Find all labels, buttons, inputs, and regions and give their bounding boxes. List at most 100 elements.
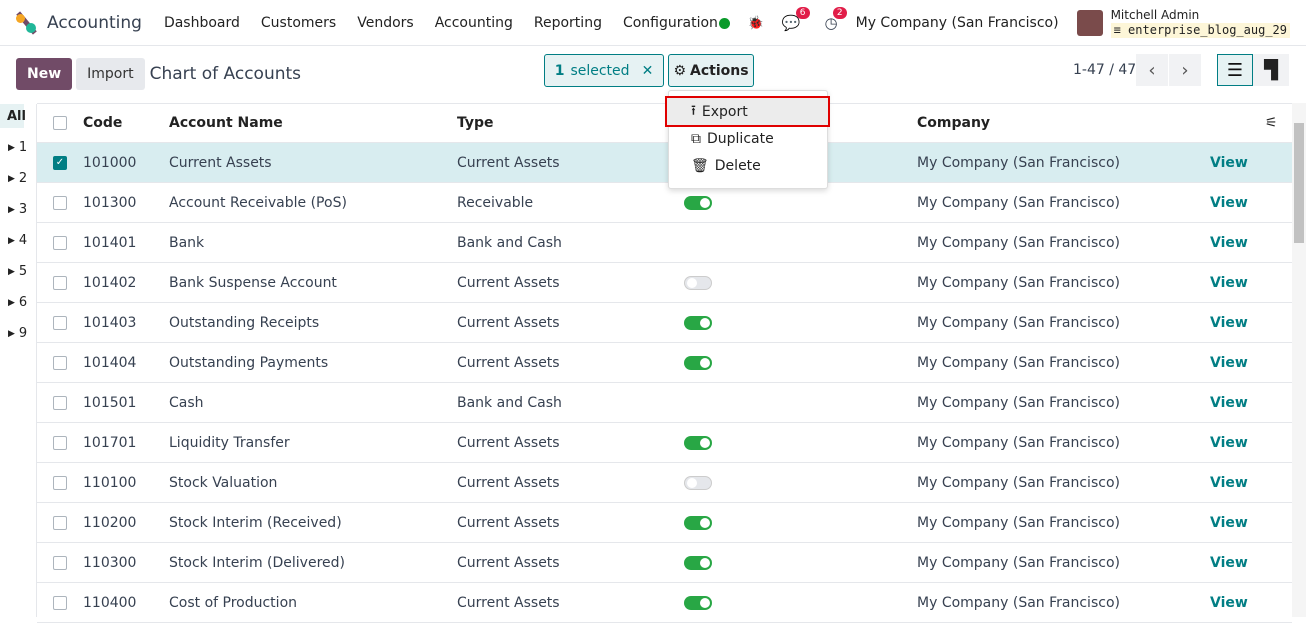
optional-columns-icon[interactable]: ⚟ xyxy=(1265,115,1278,131)
messages-badge: 6 xyxy=(795,7,810,19)
actions-button[interactable]: ⚙ Actions xyxy=(668,54,754,87)
view-link[interactable]: View xyxy=(1210,275,1248,291)
app-logo-icon[interactable] xyxy=(15,10,37,35)
code-prefix-sidebar: All ▶ 1 ▶ 2 ▶ 3 ▶ 4 ▶ 5 ▶ 6 ▶ 9 xyxy=(0,104,37,617)
view-link[interactable]: View xyxy=(1210,395,1248,411)
table-row[interactable]: 110200 Stock Interim (Received) Current As… xyxy=(37,503,1292,543)
cell-code: 101404 xyxy=(83,354,137,371)
debug-bug-icon[interactable]: 🐞 xyxy=(748,16,764,31)
table-row[interactable]: 101401 Bank Bank and Cash My Company (San F… xyxy=(37,223,1292,263)
row-checkbox[interactable] xyxy=(53,595,67,610)
sidebar-item-6[interactable]: ▶ 6 xyxy=(0,287,36,318)
clear-selection-icon[interactable]: ✕ xyxy=(642,63,654,79)
view-link[interactable]: View xyxy=(1210,155,1248,171)
header-type[interactable]: Type xyxy=(457,115,494,131)
cell-type: Bank and Cash xyxy=(457,394,562,411)
row-checkbox[interactable] xyxy=(53,435,67,450)
menu-vendors[interactable]: Vendors xyxy=(357,15,413,31)
list-view-button[interactable]: ☰ xyxy=(1217,54,1253,86)
header-company[interactable]: Company xyxy=(917,115,990,131)
row-checkbox[interactable] xyxy=(53,515,67,530)
sidebar-item-2[interactable]: ▶ 2 xyxy=(0,163,36,194)
table-row[interactable]: 110100 Stock Valuation Current Assets My Co… xyxy=(37,463,1292,503)
caret-right-icon: ▶ xyxy=(8,235,15,246)
kanban-view-button[interactable]: ▜ xyxy=(1253,54,1289,86)
reconcile-toggle[interactable] xyxy=(684,275,712,290)
scrollbar[interactable] xyxy=(1292,103,1306,617)
app-name[interactable]: Accounting xyxy=(47,13,142,33)
reconcile-toggle[interactable] xyxy=(684,595,712,610)
reconcile-toggle[interactable] xyxy=(684,355,712,370)
cell-name: Liquidity Transfer xyxy=(169,434,290,451)
menu-reporting[interactable]: Reporting xyxy=(534,15,602,31)
cell-type: Current Assets xyxy=(457,434,560,451)
menu-customers[interactable]: Customers xyxy=(261,15,336,31)
new-button[interactable]: New xyxy=(16,58,73,90)
sidebar-item-9[interactable]: ▶ 9 xyxy=(0,318,36,349)
view-link[interactable]: View xyxy=(1210,555,1248,571)
cell-company: My Company (San Francisco) xyxy=(917,274,1120,291)
header-name[interactable]: Account Name xyxy=(169,115,283,131)
view-link[interactable]: View xyxy=(1210,315,1248,331)
table-row[interactable]: 101701 Liquidity Transfer Current Assets My… xyxy=(37,423,1292,463)
view-link[interactable]: View xyxy=(1210,195,1248,211)
user-name[interactable]: Mitchell Admin xyxy=(1111,8,1290,23)
actions-dropdown: ⭱ Export ⧉ Duplicate 🗑 Delete xyxy=(665,90,830,189)
view-link[interactable]: View xyxy=(1210,475,1248,491)
messages-icon[interactable]: 💬 6 xyxy=(782,7,810,32)
avatar[interactable] xyxy=(1076,10,1103,36)
sidebar-item-3[interactable]: ▶ 3 xyxy=(0,194,36,225)
import-button[interactable]: Import xyxy=(76,58,145,90)
select-all-checkbox[interactable] xyxy=(53,116,67,130)
view-link[interactable]: View xyxy=(1210,435,1248,451)
table-row[interactable]: 110300 Stock Interim (Delivered) Current A… xyxy=(37,543,1292,583)
sidebar-item-all[interactable]: All xyxy=(0,104,26,128)
table-row[interactable]: ✓ 101000 Current Assets Current Assets My Co… xyxy=(37,143,1292,183)
menu-dashboard[interactable]: Dashboard xyxy=(164,15,240,31)
row-checkbox[interactable] xyxy=(53,235,67,250)
activities-clock-icon[interactable]: ◷ 2 xyxy=(825,7,847,32)
reconcile-toggle[interactable] xyxy=(684,555,712,570)
menu-accounting[interactable]: Accounting xyxy=(435,15,513,31)
view-link[interactable]: View xyxy=(1210,355,1248,371)
header-code[interactable]: Code xyxy=(83,115,122,131)
reconcile-toggle[interactable] xyxy=(684,515,712,530)
row-checkbox[interactable] xyxy=(53,555,67,570)
view-link[interactable]: View xyxy=(1210,235,1248,251)
sidebar-label: 6 xyxy=(18,295,28,310)
view-link[interactable]: View xyxy=(1210,515,1248,531)
sidebar-item-1[interactable]: ▶ 1 xyxy=(0,132,36,163)
pager-value[interactable]: 1-47 / 47 xyxy=(1073,62,1136,78)
row-checkbox[interactable] xyxy=(53,475,67,490)
cell-company: My Company (San Francisco) xyxy=(917,394,1120,411)
table-row[interactable]: 101300 Account Receivable (PoS) Receivable… xyxy=(37,183,1292,223)
reconcile-toggle[interactable] xyxy=(684,435,712,450)
row-checkbox[interactable] xyxy=(53,355,67,370)
sidebar-item-4[interactable]: ▶ 4 xyxy=(0,225,36,256)
cell-code: 101701 xyxy=(83,434,137,451)
reconcile-toggle[interactable] xyxy=(684,195,712,210)
table-row[interactable]: 101402 Bank Suspense Account Current Asset… xyxy=(37,263,1292,303)
duplicate-menu-item[interactable]: ⧉ Duplicate xyxy=(669,125,827,152)
reconcile-toggle[interactable] xyxy=(684,475,712,490)
row-checkbox[interactable] xyxy=(53,195,67,210)
table-row[interactable]: 101404 Outstanding Payments Current Assets… xyxy=(37,343,1292,383)
menu-configuration[interactable]: Configuration xyxy=(623,15,718,31)
table-row[interactable]: 110400 Cost of Production Current Assets My… xyxy=(37,583,1292,623)
cell-type: Current Assets xyxy=(457,274,560,291)
reconcile-toggle[interactable] xyxy=(684,315,712,330)
cell-name: Current Assets xyxy=(169,154,272,171)
sidebar-item-5[interactable]: ▶ 5 xyxy=(0,256,36,287)
table-row[interactable]: 101403 Outstanding Receipts Current Assets… xyxy=(37,303,1292,343)
delete-menu-item[interactable]: 🗑 Delete xyxy=(669,152,827,179)
row-checkbox[interactable]: ✓ xyxy=(53,155,67,170)
row-checkbox[interactable] xyxy=(53,315,67,330)
row-checkbox[interactable] xyxy=(53,395,67,410)
view-link[interactable]: View xyxy=(1210,595,1248,611)
pager-prev-button[interactable]: ‹ xyxy=(1136,54,1168,86)
row-checkbox[interactable] xyxy=(53,275,67,290)
company-switcher[interactable]: My Company (San Francisco) xyxy=(856,15,1059,31)
pager-next-button[interactable]: › xyxy=(1169,54,1201,86)
table-row[interactable]: 101501 Cash Bank and Cash My Company (San F… xyxy=(37,383,1292,423)
export-menu-item[interactable]: ⭱ Export xyxy=(665,96,830,127)
